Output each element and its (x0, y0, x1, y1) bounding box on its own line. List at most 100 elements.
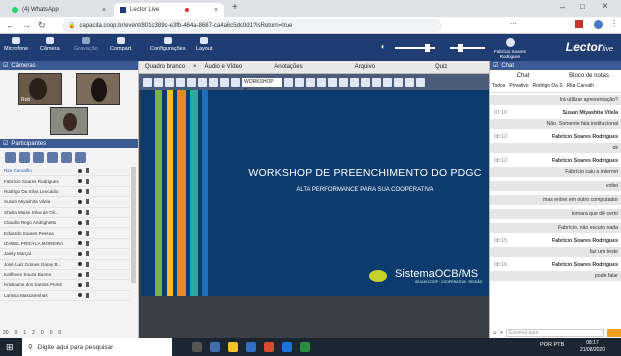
paste-icon[interactable] (198, 77, 207, 87)
print-icon[interactable] (165, 77, 174, 87)
camera-feed[interactable] (76, 73, 120, 105)
expand-icon[interactable]: ☑ (493, 62, 498, 69)
image-icon[interactable] (220, 77, 229, 87)
tab-quiz[interactable]: Quiz (435, 64, 447, 70)
copy-icon[interactable] (187, 77, 196, 87)
tab-audio-video[interactable]: Áudio e Vídeo (205, 64, 243, 70)
profile-avatar[interactable] (594, 20, 603, 29)
new-tab-button[interactable]: + (232, 2, 238, 13)
participant-row[interactable]: Kristianne dos Santos Perez (0, 280, 130, 291)
expand-icon[interactable]: ☑ (3, 62, 8, 69)
window-close-button[interactable]: × (602, 1, 608, 12)
back-button[interactable]: ← (6, 20, 15, 30)
menu-icon[interactable]: ⋮ (610, 19, 618, 28)
participant-row[interactable]: IZABEL PRICYLA MOREIRA (0, 239, 130, 250)
recording-button[interactable]: Gravação (74, 37, 98, 52)
tab-chat[interactable]: Chat (490, 71, 556, 82)
participant-row[interactable]: Katlheen Souza Bueno (0, 270, 130, 281)
pointer-icon[interactable] (394, 77, 403, 87)
close-icon[interactable]: × (193, 64, 197, 70)
microphone-button[interactable]: Microfone (4, 37, 28, 52)
tab-files[interactable]: Arquivo (355, 64, 375, 70)
app-icon[interactable] (210, 342, 220, 352)
recipient-rodrigo[interactable]: Rodrigo Da S (533, 83, 563, 92)
extensions-icon[interactable]: ⋯ (510, 20, 517, 28)
rectangle-icon[interactable] (350, 77, 359, 87)
participant-row[interactable]: Larissa Mascarenhas (0, 291, 130, 302)
check-icon[interactable] (19, 152, 30, 163)
text-icon[interactable] (383, 77, 392, 87)
participant-row[interactable]: Sheila Maise Silva de Oli... (0, 208, 130, 218)
attach-icon[interactable]: + (500, 330, 503, 336)
participant-row[interactable]: Jaiely Marçal (0, 249, 130, 260)
participants-scrollbar[interactable] (131, 167, 136, 283)
eraser-icon[interactable] (416, 77, 425, 87)
taskbar-search[interactable]: ⚲ Digite aqui para pesquisar (22, 338, 172, 356)
user-info[interactable]: Fabrício Soares Rodrigues (490, 38, 530, 59)
participant-row[interactable]: Claudio Rego Andrighetto (0, 218, 130, 229)
chrome-icon[interactable] (264, 342, 274, 352)
close-icon[interactable]: × (102, 7, 106, 14)
save-icon[interactable] (154, 77, 163, 87)
participant-row[interactable]: Susan Miyashita Vilela (0, 197, 130, 208)
app-icon[interactable] (282, 342, 292, 352)
clock[interactable]: 08:17 21/08/2020 (580, 340, 605, 354)
close-icon[interactable] (33, 152, 44, 163)
recipient-all[interactable]: Todos (492, 83, 505, 92)
pen-icon[interactable] (328, 77, 337, 87)
forward-button[interactable]: → (22, 20, 31, 30)
recipient-private[interactable]: Privativo (509, 83, 528, 92)
share-button[interactable]: Compart. (110, 37, 133, 52)
next-page-icon[interactable] (317, 77, 326, 87)
recipient-rita[interactable]: Rita Carvalh (567, 83, 595, 92)
camera-button[interactable]: Câmera (40, 37, 60, 52)
mic-slider-thumb[interactable] (458, 44, 463, 52)
chat-input[interactable]: Escreva aqui (506, 329, 604, 337)
task-view-icon[interactable] (192, 342, 202, 352)
maximize-button[interactable]: □ (580, 2, 585, 11)
document-select[interactable]: WORKSHOP D... (242, 77, 282, 94)
camera-feed[interactable]: Rob (18, 73, 62, 105)
delete-icon[interactable] (209, 77, 218, 87)
participant-row[interactable]: Rodrigo Da Silva Leocádio (0, 187, 130, 198)
volume-slider-thumb[interactable] (425, 44, 430, 52)
settings-icon[interactable] (75, 152, 86, 163)
windows-start-icon[interactable]: ⊞ (6, 342, 14, 353)
line-icon[interactable] (339, 77, 348, 87)
minimize-button[interactable]: – (560, 2, 565, 12)
settings-button[interactable]: Configurações (150, 37, 185, 52)
mic-slider[interactable] (450, 47, 485, 49)
file-icon[interactable] (143, 77, 152, 87)
gear-icon[interactable] (61, 152, 72, 163)
close-icon[interactable] (231, 77, 240, 87)
expand-icon[interactable]: ☑ (3, 140, 8, 147)
participant-row[interactable]: José Luiz Gomes Garay B... (0, 260, 130, 270)
grid-icon[interactable] (176, 77, 185, 87)
dropdown-icon[interactable] (284, 77, 293, 87)
presentation-slide[interactable]: WORKSHOP DE PREENCHIMENTO DO PDGC ALTA P… (141, 90, 489, 296)
app-icon[interactable] (246, 342, 256, 352)
explorer-icon[interactable] (228, 342, 238, 352)
first-page-icon[interactable] (295, 77, 304, 87)
reload-button[interactable]: ↻ (38, 20, 46, 31)
app-icon[interactable] (300, 342, 310, 352)
tab-annotations[interactable]: Anotações (274, 64, 302, 70)
shape-icon[interactable] (372, 77, 381, 87)
highlighter-icon[interactable] (405, 77, 414, 87)
url-input[interactable]: 🔒 capacita.coop.br/event/801c389c-e3fb-4… (62, 19, 442, 32)
sort-icon[interactable] (47, 152, 58, 163)
participant-row[interactable]: Eduardo Soares Pessoa (0, 228, 130, 239)
extension-icon[interactable] (575, 20, 583, 28)
participant-row[interactable]: Fabrício Soares Rodrigues (0, 176, 130, 187)
camera-feed[interactable] (50, 107, 88, 135)
prev-page-icon[interactable] (306, 77, 315, 87)
tab-lector-live[interactable]: Lector Live × (114, 3, 224, 17)
circle-icon[interactable] (361, 77, 370, 87)
tab-notes[interactable]: Bloco de notas (556, 71, 621, 82)
search-icon[interactable] (5, 152, 16, 163)
send-button[interactable] (607, 329, 621, 337)
participant-row[interactable]: Rita Carvalho (0, 166, 130, 177)
close-icon[interactable]: × (214, 7, 218, 14)
layout-button[interactable]: Layout (196, 37, 213, 52)
tab-whiteboard[interactable]: Quadro branco (145, 64, 185, 70)
